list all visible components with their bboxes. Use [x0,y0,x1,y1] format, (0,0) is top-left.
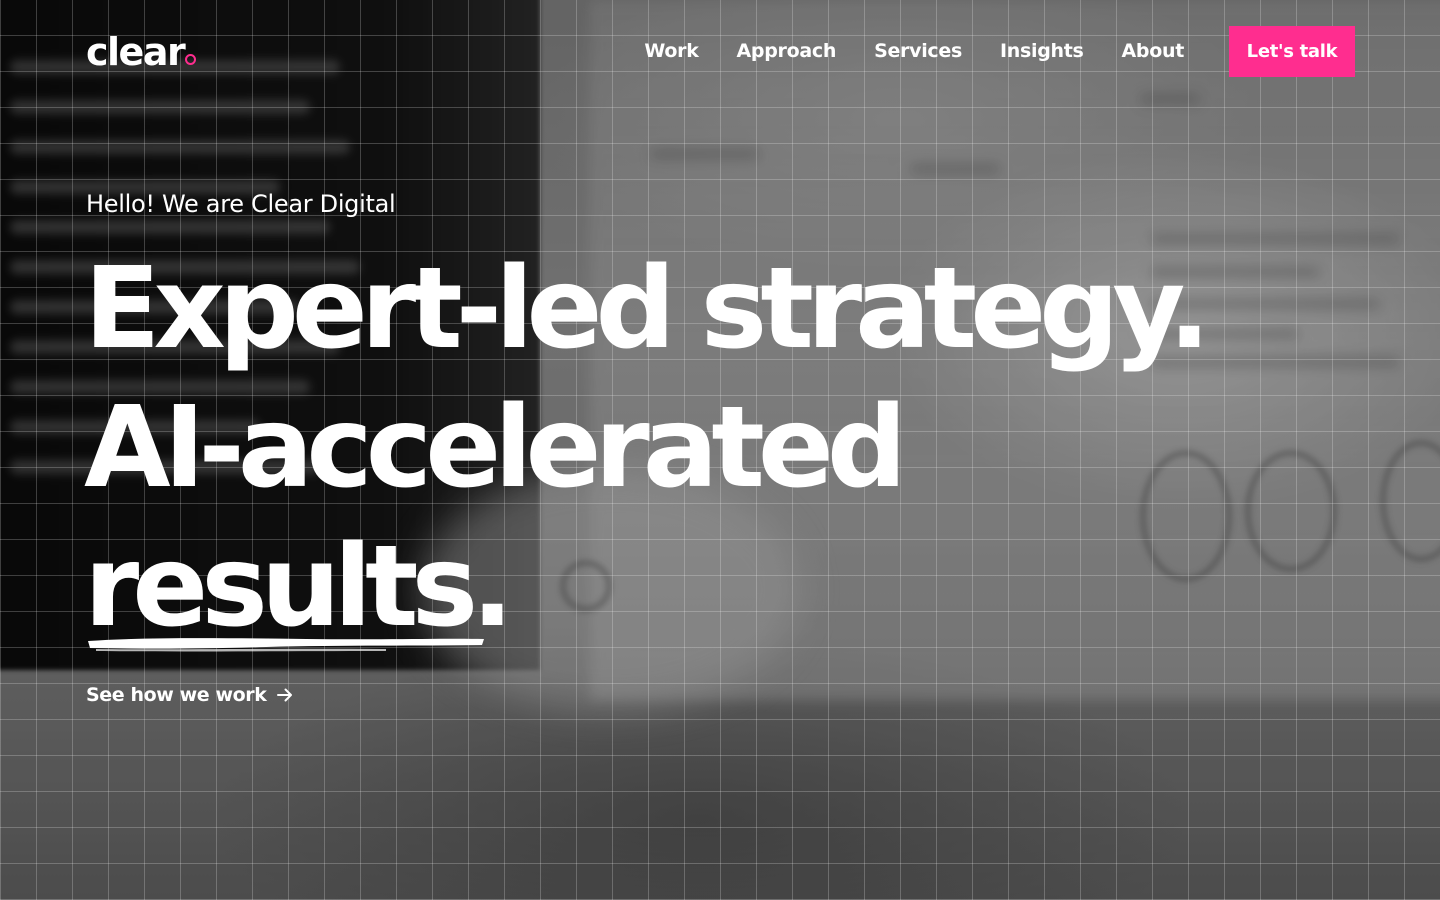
see-how-we-work-link[interactable]: See how we work [86,680,294,710]
brush-underline-icon [88,638,484,652]
logo-dot-icon [185,54,197,65]
nav-item-work[interactable]: Work [644,36,698,66]
headline-line-2: AI-accelerated [84,383,907,513]
site-header: clear Work Approach Services Insights Ab… [0,0,1440,104]
headline-line-1: Expert-led strategy. [84,244,1211,374]
lets-talk-button[interactable]: Let's talk [1229,26,1355,77]
hero-intro: Hello! We are Clear Digital [86,190,396,218]
see-how-we-work-label: See how we work [86,684,267,706]
nav-item-services[interactable]: Services [874,36,962,66]
headline-line-3: results . [84,518,1344,657]
hero-section: clear Work Approach Services Insights Ab… [0,0,1440,900]
hero-headline: Expert-led strategy. AI-accelerated resu… [84,240,1344,657]
nav-item-approach[interactable]: Approach [737,36,837,66]
arrow-right-icon [277,688,293,702]
logo-text: clear [86,30,186,74]
nav-item-about[interactable]: About [1122,36,1185,66]
nav-item-insights[interactable]: Insights [1000,36,1084,66]
headline-underlined-word: results [84,518,484,657]
logo[interactable]: clear [86,30,197,74]
main-nav: Work Approach Services Insights About [644,36,1184,66]
